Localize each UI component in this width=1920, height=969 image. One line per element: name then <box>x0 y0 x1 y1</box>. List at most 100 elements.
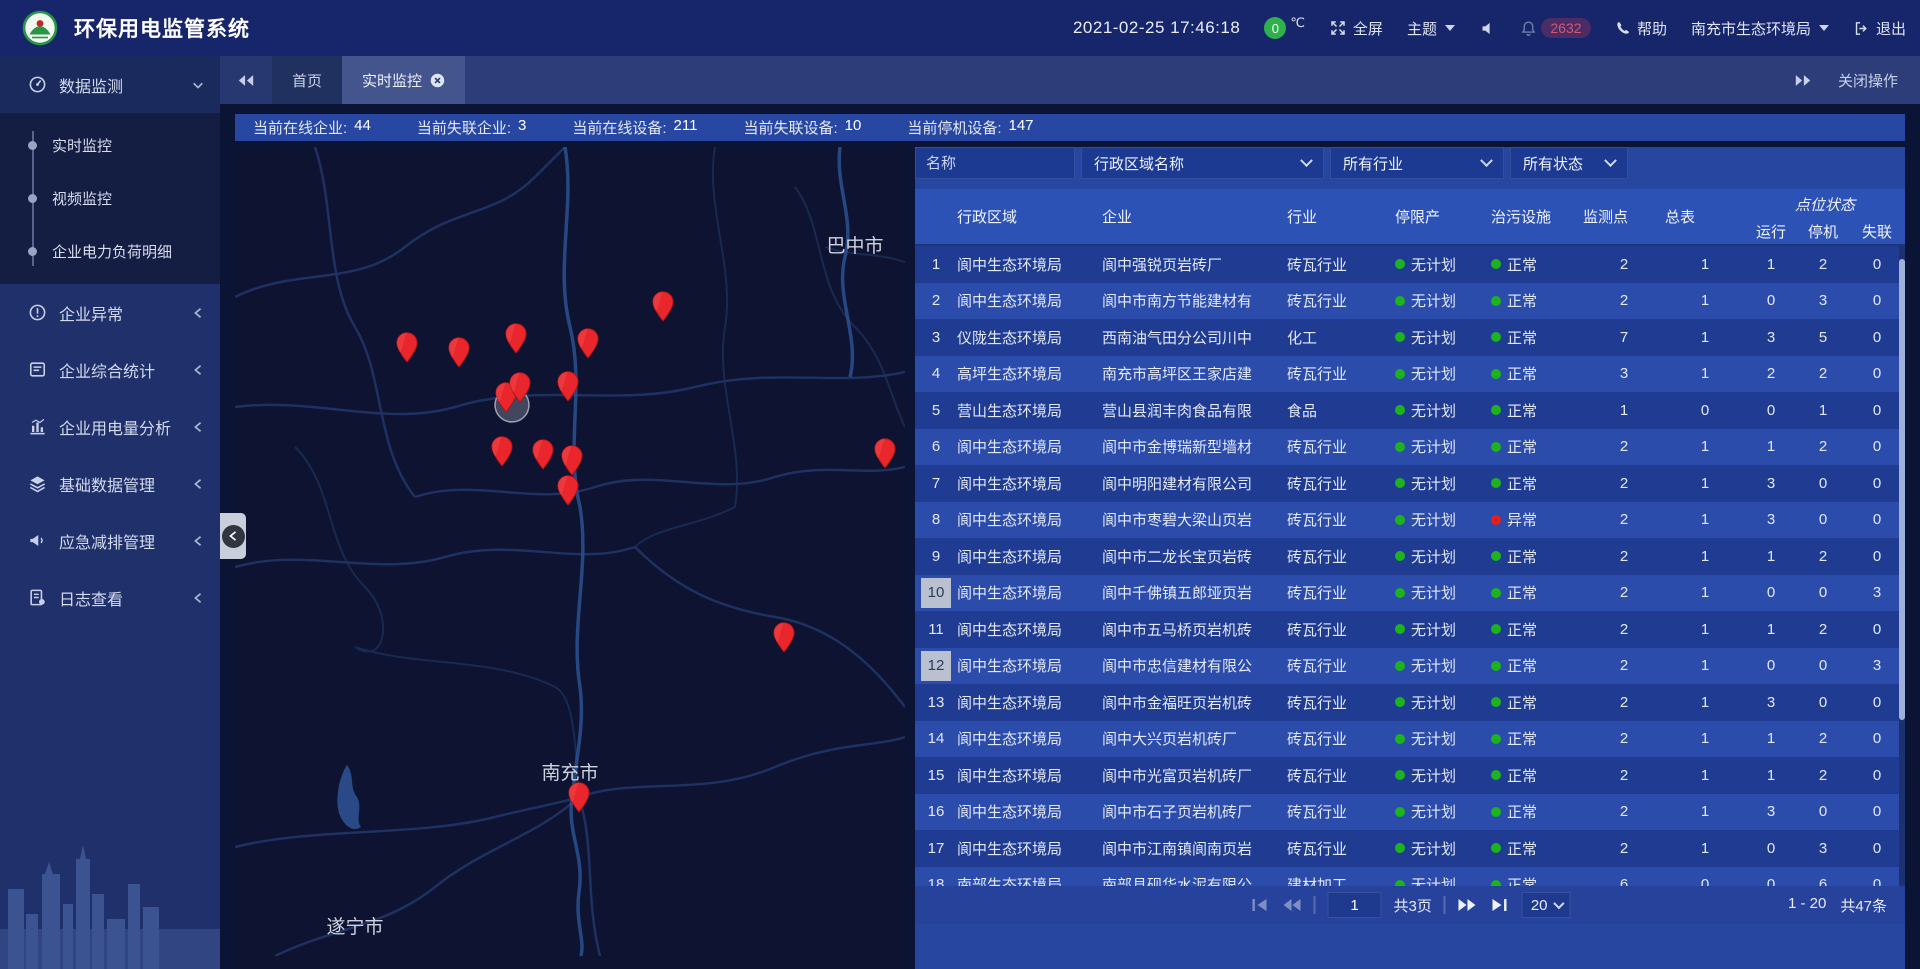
status-dot <box>1491 551 1501 561</box>
cell-company: 阆中强锐页岩砖厂 <box>1102 246 1287 283</box>
sidebar-item-基础数据管理[interactable]: 基础数据管理 <box>0 455 220 512</box>
close-operations-button[interactable]: 关闭操作 <box>1838 70 1898 91</box>
page-size-select[interactable]: 20 <box>1522 892 1571 918</box>
cell-company: 阆中市金福旺页岩机砖 <box>1102 684 1287 721</box>
cell-monitor-points: 2 <box>1583 575 1665 612</box>
sidebar-item-企业综合统计[interactable]: 企业综合统计 <box>0 341 220 398</box>
table-row[interactable]: 1 阆中生态环境局 阆中强锐页岩砖厂 砖瓦行业 无计划 正常 2 1 1 2 0 <box>915 246 1905 283</box>
sidebar-item-应急减排管理[interactable]: 应急减排管理 <box>0 512 220 569</box>
cell-region: 阆中生态环境局 <box>957 684 1102 721</box>
double-chevron-right-icon[interactable] <box>1794 74 1812 87</box>
row-number: 17 <box>921 833 951 863</box>
map-panel[interactable]: 巴中市南充市遂宁市 <box>235 147 905 969</box>
cell-running: 0 <box>1745 283 1797 320</box>
sidebar-item-数据监测[interactable]: 数据监测 <box>0 56 220 113</box>
table-row[interactable]: 16 阆中生态环境局 阆中市石子页岩机砖厂 砖瓦行业 无计划 正常 2 1 3 … <box>915 794 1905 831</box>
cell-stopped: 0 <box>1797 684 1849 721</box>
page-input[interactable] <box>1327 892 1381 918</box>
cell-facility-status: 正常 <box>1491 319 1583 356</box>
chevron-icon <box>192 421 204 433</box>
row-number: 8 <box>921 505 951 535</box>
help-button[interactable]: 帮助 <box>1615 18 1667 39</box>
table-row[interactable]: 6 阆中生态环境局 阆中市金博瑞新型墙材 砖瓦行业 无计划 正常 2 1 1 2… <box>915 429 1905 466</box>
first-page-button[interactable] <box>1249 897 1269 913</box>
cell-running: 1 <box>1745 429 1797 466</box>
last-page-button[interactable] <box>1490 897 1510 913</box>
table-row[interactable]: 4 高坪生态环境局 南充市高坪区王家店建 砖瓦行业 无计划 正常 3 1 2 2… <box>915 356 1905 393</box>
cell-stopped: 2 <box>1797 757 1849 794</box>
stat-item: 当前失联企业: 3 <box>417 117 527 138</box>
sidebar-collapse-handle[interactable] <box>220 513 246 559</box>
table-row[interactable]: 13 阆中生态环境局 阆中市金福旺页岩机砖 砖瓦行业 无计划 正常 2 1 3 … <box>915 684 1905 721</box>
table-row[interactable]: 3 仪陇生态环境局 西南油气田分公司川中 化工 无计划 正常 7 1 3 5 0 <box>915 319 1905 356</box>
status-select[interactable]: 所有状态 <box>1510 147 1628 179</box>
sidebar-item-企业异常[interactable]: 企业异常 <box>0 284 220 341</box>
menu-icon <box>28 303 47 322</box>
prev-page-button[interactable] <box>1281 897 1301 913</box>
cell-production-status: 无计划 <box>1395 246 1491 283</box>
close-icon[interactable] <box>430 73 445 88</box>
tab-home[interactable]: 首页 <box>272 56 342 104</box>
cell-facility-status: 正常 <box>1491 830 1583 867</box>
cell-lost: 0 <box>1849 721 1905 758</box>
status-dot <box>1491 442 1501 452</box>
chevron-left-icon <box>228 530 238 542</box>
status-dot <box>1491 332 1501 342</box>
theme-button[interactable]: 主题 <box>1407 18 1455 39</box>
region-select[interactable]: 行政区域名称 <box>1081 147 1324 179</box>
table-row[interactable]: 9 阆中生态环境局 阆中市二龙长宝页岩砖 砖瓦行业 无计划 正常 2 1 1 2… <box>915 538 1905 575</box>
cell-monitor-points: 2 <box>1583 246 1665 283</box>
cell-industry: 砖瓦行业 <box>1287 246 1395 283</box>
sidebar-item-企业用电量分析[interactable]: 企业用电量分析 <box>0 398 220 455</box>
table-row[interactable]: 2 阆中生态环境局 阆中市南方节能建材有 砖瓦行业 无计划 正常 2 1 0 3… <box>915 283 1905 320</box>
app-logo-icon <box>22 10 58 46</box>
cell-stopped: 0 <box>1797 575 1849 612</box>
cell-region: 阆中生态环境局 <box>957 429 1102 466</box>
table-row[interactable]: 17 阆中生态环境局 阆中市江南镇阆南页岩 砖瓦行业 无计划 正常 2 1 0 … <box>915 830 1905 867</box>
status-dot <box>1491 843 1501 853</box>
tabs-scroll-left-button[interactable] <box>220 56 272 104</box>
sidebar-item-日志查看[interactable]: 日志查看 <box>0 569 220 626</box>
notifications-button[interactable]: 2632 <box>1520 18 1591 38</box>
logout-button[interactable]: 退出 <box>1853 18 1906 39</box>
cell-lost: 0 <box>1849 502 1905 539</box>
row-number: 12 <box>921 651 951 681</box>
table-row[interactable]: 12 阆中生态环境局 阆中市忠信建材有限公 砖瓦行业 无计划 正常 2 1 0 … <box>915 648 1905 685</box>
fullscreen-icon <box>1329 19 1347 37</box>
cell-stopped: 0 <box>1797 502 1849 539</box>
tab-realtime-monitor[interactable]: 实时监控 <box>342 56 465 104</box>
cell-monitor-points: 2 <box>1583 830 1665 867</box>
speaker-icon[interactable] <box>1479 20 1496 37</box>
scrollbar-thumb[interactable] <box>1899 259 1905 720</box>
fullscreen-button[interactable]: 全屏 <box>1329 18 1383 39</box>
sidebar-menu: 数据监测 实时监控 视频监控 企业电力负荷明细 企业异常 企业综合统计 企业用电… <box>0 56 220 626</box>
table-scrollbar[interactable] <box>1899 246 1905 886</box>
sidebar-subitem-视频监控[interactable]: 视频监控 <box>0 172 220 225</box>
cell-facility-status: 正常 <box>1491 794 1583 831</box>
status-dot <box>1395 405 1405 415</box>
table-row[interactable]: 8 阆中生态环境局 阆中市枣碧大梁山页岩 砖瓦行业 无计划 异常 2 1 3 0… <box>915 502 1905 539</box>
table-row[interactable]: 7 阆中生态环境局 阆中明阳建材有限公司 砖瓦行业 无计划 正常 2 1 3 0… <box>915 465 1905 502</box>
cell-facility-status: 正常 <box>1491 392 1583 429</box>
sidebar-subitem-企业电力负荷明细[interactable]: 企业电力负荷明细 <box>0 225 220 278</box>
cell-lost: 3 <box>1849 575 1905 612</box>
stat-value: 147 <box>1009 117 1034 138</box>
name-search-input[interactable] <box>915 147 1075 179</box>
next-page-button[interactable] <box>1458 897 1478 913</box>
cell-stopped: 5 <box>1797 319 1849 356</box>
row-number: 1 <box>921 249 951 279</box>
status-dot <box>1491 369 1501 379</box>
cell-total-meters: 1 <box>1665 575 1745 612</box>
table-row[interactable]: 11 阆中生态环境局 阆中市五马桥页岩机砖 砖瓦行业 无计划 正常 2 1 1 … <box>915 611 1905 648</box>
table-row[interactable]: 15 阆中生态环境局 阆中市光富页岩机砖厂 砖瓦行业 无计划 正常 2 1 1 … <box>915 757 1905 794</box>
sidebar-subitem-实时监控[interactable]: 实时监控 <box>0 119 220 172</box>
org-menu[interactable]: 南充市生态环境局 <box>1691 18 1829 39</box>
cell-industry: 砖瓦行业 <box>1287 648 1395 685</box>
filter-bar: 行政区域名称 所有行业 所有状态 <box>915 147 1905 179</box>
table-row[interactable]: 14 阆中生态环境局 阆中大兴页岩机砖厂 砖瓦行业 无计划 正常 2 1 1 2… <box>915 721 1905 758</box>
table-row[interactable]: 18 南部生态环境局 南部县砚华水泥有限公 建材加工 无计划 正常 6 0 0 … <box>915 867 1905 887</box>
table-row[interactable]: 5 营山生态环境局 营山县润丰肉食品有限 食品 无计划 正常 1 0 0 1 0 <box>915 392 1905 429</box>
table-row[interactable]: 10 阆中生态环境局 阆中千佛镇五郎垭页岩 砖瓦行业 无计划 正常 2 1 0 … <box>915 575 1905 612</box>
industry-select[interactable]: 所有行业 <box>1330 147 1504 179</box>
cell-facility-status: 正常 <box>1491 867 1583 887</box>
